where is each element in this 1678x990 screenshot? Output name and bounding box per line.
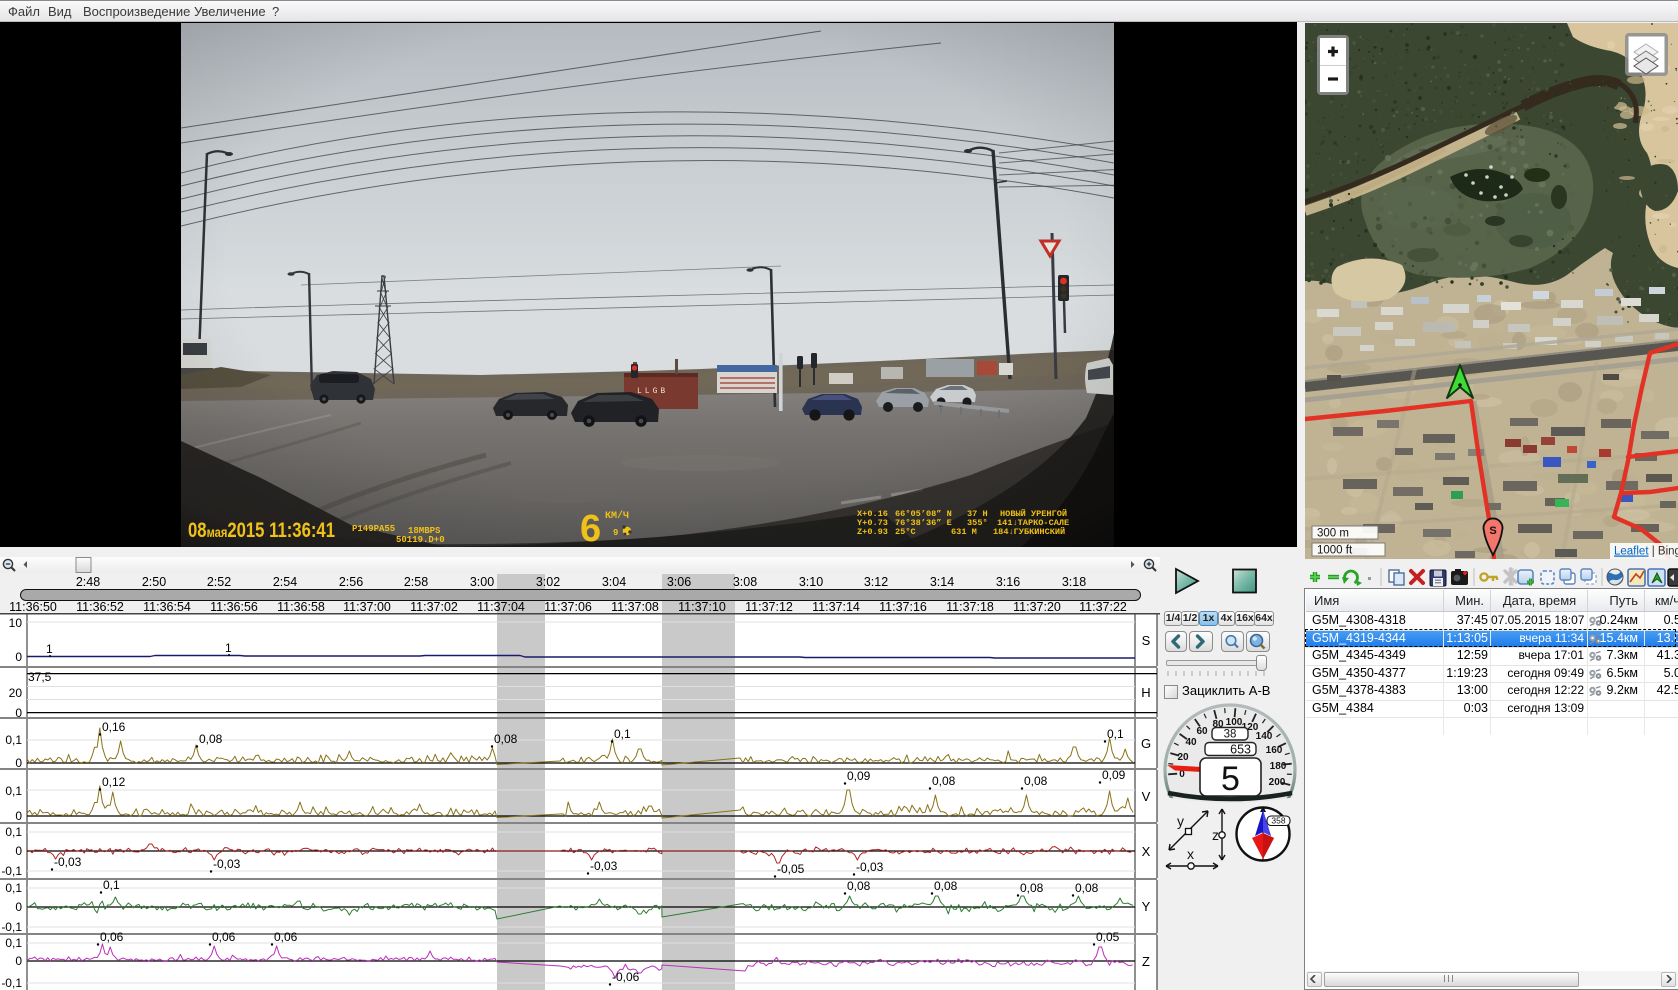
svg-text:0,1: 0,1 [1107, 727, 1124, 741]
svg-text:0,1: 0,1 [5, 784, 22, 798]
svg-text:0,08: 0,08 [1020, 881, 1044, 895]
svg-text:0,06: 0,06 [212, 930, 236, 944]
svg-text:0,08: 0,08 [932, 774, 956, 788]
svg-text:10: 10 [9, 616, 23, 630]
svg-text:-0,05: -0,05 [777, 862, 805, 876]
svg-text:0,1: 0,1 [103, 878, 120, 892]
svg-text:1: 1 [46, 642, 53, 656]
svg-text:0,1: 0,1 [5, 881, 22, 895]
svg-text:-0,1: -0,1 [1, 976, 22, 990]
svg-text:0,08: 0,08 [934, 879, 958, 893]
svg-text:0,08: 0,08 [199, 732, 223, 746]
svg-text:G: G [1141, 736, 1151, 751]
svg-text:-0,03: -0,03 [54, 855, 82, 869]
svg-text:0: 0 [15, 844, 22, 858]
svg-text:0,09: 0,09 [847, 769, 871, 783]
svg-text:0,06: 0,06 [274, 930, 298, 944]
svg-text:Leaflet | Bing: Leaflet | Bing [1614, 546, 1678, 558]
svg-text:-0,1: -0,1 [1, 920, 22, 934]
svg-text:0,16: 0,16 [102, 720, 126, 734]
svg-text:Z+0.93: Z+0.93 [857, 527, 888, 537]
svg-text:184↓ГУБКИНСКИЙ: 184↓ГУБКИНСКИЙ [993, 526, 1065, 537]
svg-text:0,08: 0,08 [847, 879, 871, 893]
svg-text:0,08: 0,08 [494, 732, 518, 746]
svg-text:60: 60 [1196, 726, 1208, 737]
svg-text:200: 200 [1269, 777, 1286, 788]
svg-text:100: 100 [1226, 717, 1243, 728]
svg-text:Y: Y [1142, 899, 1151, 914]
svg-text:20: 20 [1177, 752, 1189, 763]
svg-text:КМ/Ч: КМ/Ч [605, 510, 629, 522]
svg-text:140: 140 [1256, 731, 1273, 742]
svg-text:Z: Z [1142, 954, 1150, 969]
svg-text:358: 358 [1271, 816, 1285, 826]
svg-text:Р149РА55: Р149РА55 [352, 524, 395, 534]
svg-text:S: S [1142, 633, 1151, 648]
svg-text:0: 0 [15, 809, 22, 823]
svg-text:-0,03: -0,03 [856, 860, 884, 874]
svg-text:x: x [1187, 846, 1194, 862]
svg-text:20: 20 [9, 686, 23, 700]
svg-text:-0,03: -0,03 [213, 857, 241, 871]
svg-text:0,08: 0,08 [1075, 881, 1099, 895]
svg-text:631 M: 631 M [951, 527, 977, 537]
svg-text:0,08: 0,08 [1024, 774, 1048, 788]
svg-text:X: X [1142, 844, 1151, 859]
svg-text:V: V [1142, 789, 1151, 804]
svg-text:0,1: 0,1 [5, 733, 22, 747]
svg-text:180: 180 [1270, 761, 1287, 772]
svg-text:0,1: 0,1 [5, 825, 22, 839]
svg-text:-0,1: -0,1 [1, 864, 22, 878]
svg-text:0,12: 0,12 [102, 775, 126, 789]
svg-text:z: z [1212, 827, 1219, 843]
svg-text:y: y [1177, 813, 1184, 829]
svg-text:0,1: 0,1 [5, 936, 22, 950]
svg-text:0: 0 [15, 756, 22, 770]
svg-text:38: 38 [1224, 729, 1237, 741]
svg-text:1000 ft: 1000 ft [1317, 545, 1353, 557]
svg-text:0,06: 0,06 [100, 930, 124, 944]
svg-text:0: 0 [15, 706, 22, 720]
svg-text:160: 160 [1266, 745, 1283, 756]
svg-text:50119.D+0: 50119.D+0 [396, 535, 445, 545]
svg-text:0: 0 [15, 900, 22, 914]
svg-text:1: 1 [225, 641, 232, 655]
svg-text:0,09: 0,09 [1102, 768, 1126, 782]
svg-text:H: H [1141, 685, 1150, 700]
svg-text:5: 5 [1221, 760, 1240, 798]
svg-text:0: 0 [15, 650, 22, 664]
svg-text:40: 40 [1185, 737, 1197, 748]
svg-text:653: 653 [1230, 743, 1251, 757]
svg-text:0,05: 0,05 [1096, 930, 1120, 944]
svg-text:-0,06: -0,06 [612, 970, 640, 984]
svg-text:300 m: 300 m [1317, 528, 1349, 540]
svg-text:0: 0 [15, 954, 22, 968]
svg-text:25°C: 25°C [895, 527, 916, 537]
svg-text:0,1: 0,1 [614, 727, 631, 741]
svg-text:6: 6 [580, 508, 601, 547]
svg-text:9: 9 [613, 528, 618, 538]
svg-text:S: S [1489, 525, 1496, 537]
svg-text:-0,03: -0,03 [590, 859, 618, 873]
